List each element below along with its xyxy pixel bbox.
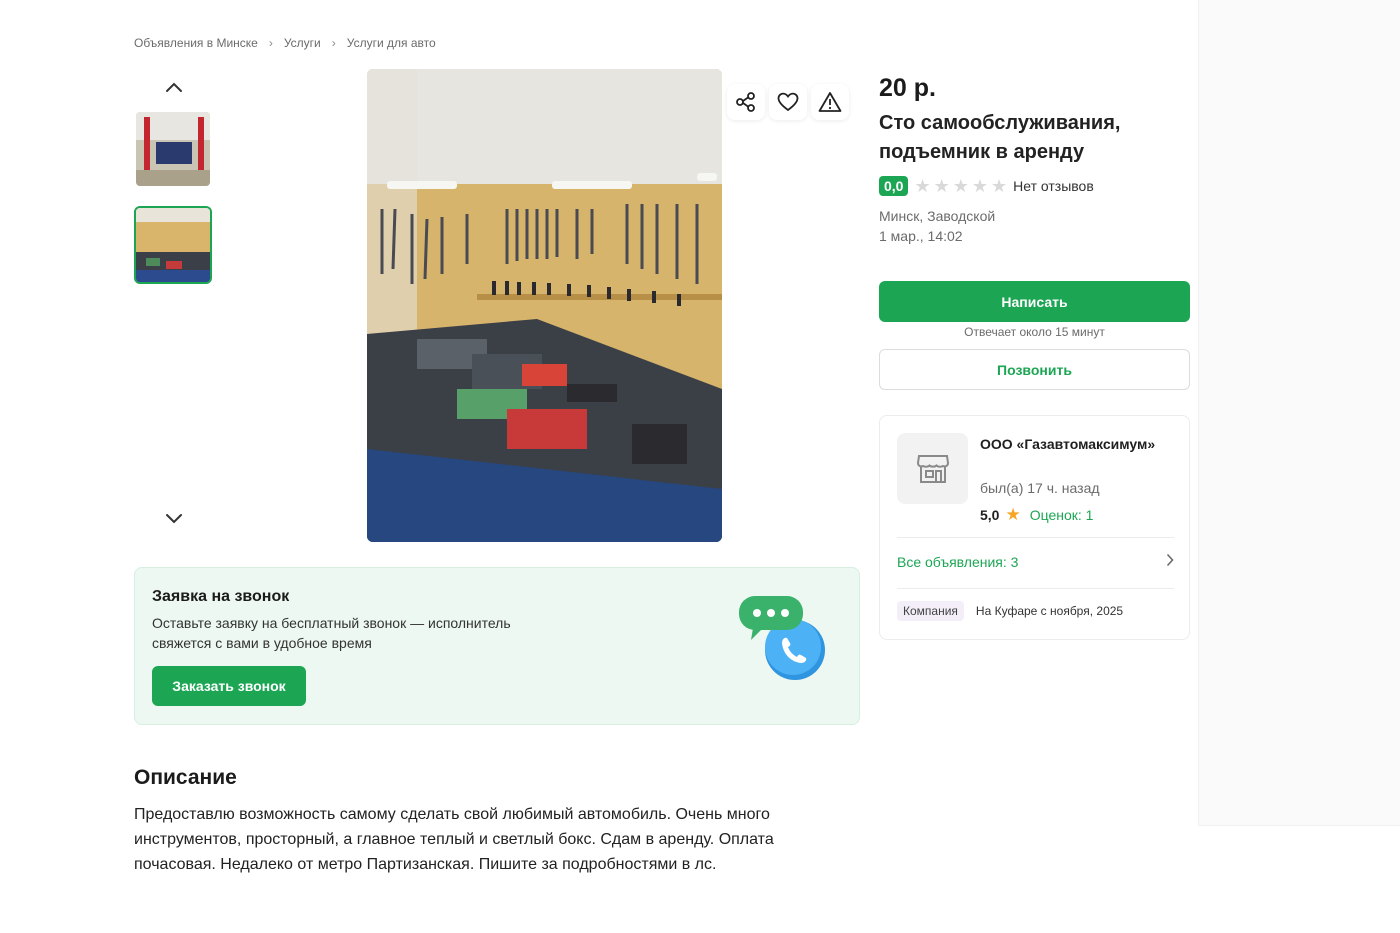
divider: [897, 588, 1174, 589]
star-icon: ★: [933, 176, 950, 196]
reply-time-note: Отвечает около 15 минут: [964, 325, 1105, 339]
star-icon: ★: [914, 176, 931, 196]
star-icon: ★: [971, 176, 989, 196]
thumbnail-tools[interactable]: [134, 206, 212, 284]
rating-badge: 0,0: [879, 176, 909, 196]
all-ads-link[interactable]: Все объявления: 3: [897, 553, 1174, 570]
callback-text: Оставьте заявку на бесплатный звонок — и…: [152, 615, 511, 651]
rating-stars: ★ ★ ★ ★ ★: [914, 177, 1007, 195]
seller-card: ООО «Газавтомаксимум» был(а) 17 ч. назад…: [879, 415, 1190, 640]
seller-since: На Куфаре с ноября, 2025: [975, 604, 1124, 618]
order-call-button[interactable]: Заказать звонок: [152, 666, 306, 706]
seller-tags: Компания На Куфаре с ноября, 2025: [897, 601, 1123, 621]
star-icon: ★: [991, 176, 1008, 196]
rating-row: 0,0 ★ ★ ★ ★ ★ Нет отзывов: [879, 175, 1191, 197]
callback-title: Заявка на звонок: [152, 588, 290, 605]
star-icon: ★: [952, 176, 969, 196]
write-button[interactable]: Написать: [879, 281, 1190, 322]
divider: [897, 537, 1174, 538]
seller-rating: 5,0 ★ Оценок: 1: [980, 505, 1093, 525]
listing-title: Сто самообслуживания, подъемник в аренду: [879, 112, 1121, 163]
price: 20 р.: [879, 74, 936, 102]
seller-ratings-count[interactable]: Оценок: 1: [1030, 507, 1094, 523]
breadcrumb: Объявления в Минске › Услуги › Услуги дл…: [134, 36, 436, 50]
share-icon[interactable]: [727, 84, 765, 120]
listing-info: 20 р. Сто самообслуживания, подъемник в …: [879, 72, 1191, 246]
breadcrumb-item-services[interactable]: Услуги: [284, 36, 321, 50]
description-title: Описание: [134, 766, 237, 789]
listing-date: 1 мар., 14:02: [879, 228, 963, 244]
company-badge: Компания: [897, 601, 964, 621]
chat-phone-icon: [735, 590, 835, 690]
photo-thumbnails: [134, 72, 214, 524]
breadcrumb-item-minsk[interactable]: Объявления в Минске: [134, 36, 258, 50]
seller-last-seen: был(а) 17 ч. назад: [980, 480, 1100, 496]
breadcrumb-separator-icon: ›: [331, 36, 336, 50]
reviews-text[interactable]: Нет отзывов: [1013, 178, 1094, 194]
chevron-up-icon[interactable]: [134, 72, 214, 102]
heart-icon[interactable]: [769, 84, 807, 120]
all-ads-label: Все объявления: 3: [897, 553, 1019, 570]
thumbnail-lift[interactable]: [134, 110, 212, 188]
seller-rating-value: 5,0: [980, 507, 1000, 523]
chevron-down-icon[interactable]: [134, 504, 214, 534]
breadcrumb-item-auto-services[interactable]: Услуги для авто: [347, 36, 436, 50]
call-button[interactable]: Позвонить: [879, 349, 1190, 390]
warning-icon[interactable]: [811, 84, 849, 120]
star-icon: ★: [1005, 505, 1021, 524]
location: Минск, Заводской: [879, 208, 996, 224]
shop-icon[interactable]: [897, 433, 968, 504]
listing-actions: [727, 84, 849, 120]
main-photo[interactable]: [367, 69, 722, 542]
callback-request-banner: Заявка на звонок Оставьте заявку на бесп…: [134, 567, 860, 725]
breadcrumb-separator-icon: ›: [268, 36, 273, 50]
right-side-panel: [1198, 0, 1400, 826]
seller-name[interactable]: ООО «Газавтомаксимум»: [980, 433, 1170, 455]
description-text: Предоставлю возможность самому сделать с…: [134, 806, 774, 873]
chevron-right-icon: [1166, 553, 1174, 570]
